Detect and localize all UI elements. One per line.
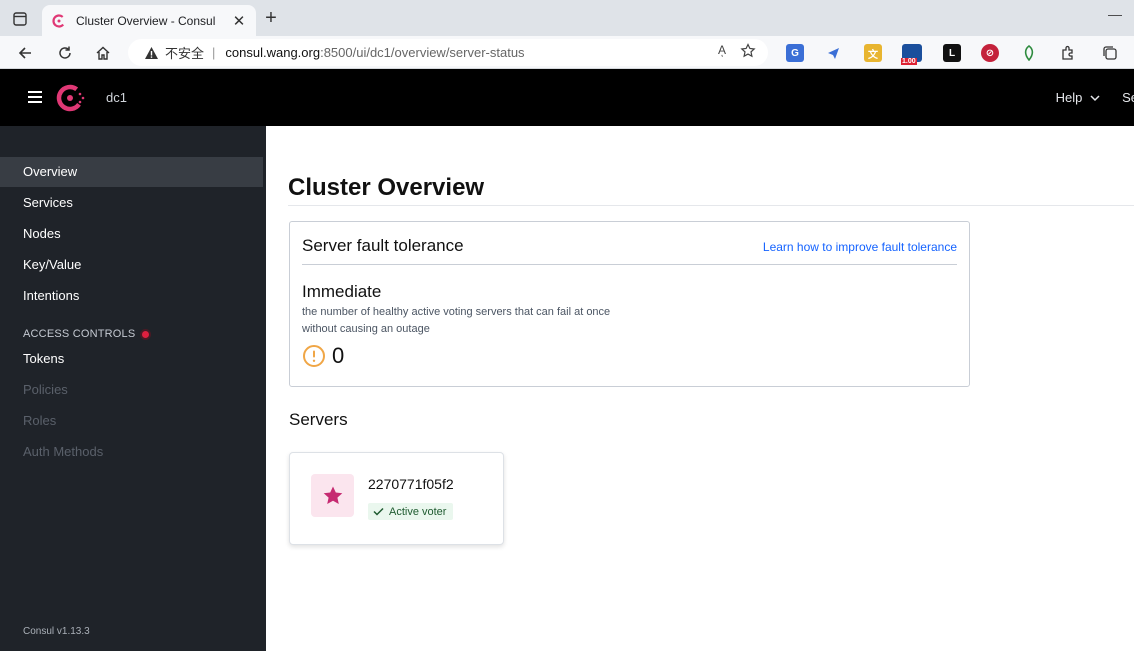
home-icon[interactable] bbox=[92, 42, 114, 64]
improve-fault-tolerance-link[interactable]: Learn how to improve fault tolerance bbox=[763, 240, 957, 254]
access-controls-label: ACCESS CONTROLS bbox=[23, 328, 136, 340]
browser-toolbar: 不安全 | consul.wang.org:8500/ui/dc1/overvi… bbox=[0, 36, 1134, 69]
server-avatar bbox=[311, 474, 354, 517]
servers-heading: Servers bbox=[289, 410, 348, 429]
sidebar-item-intentions[interactable]: Intentions bbox=[0, 281, 266, 311]
collections-icon[interactable] bbox=[1101, 44, 1119, 62]
sidebar-item-auth-methods: Auth Methods bbox=[23, 444, 104, 459]
translate-extension-icon[interactable]: G bbox=[786, 44, 804, 62]
datacenter-selector[interactable]: dc1 bbox=[106, 90, 127, 105]
leader-star-icon bbox=[323, 486, 342, 504]
new-tab-icon[interactable]: + bbox=[262, 8, 280, 29]
leaf-extension-icon[interactable] bbox=[1020, 44, 1038, 62]
consul-favicon-icon bbox=[52, 13, 66, 28]
check-icon bbox=[373, 507, 384, 516]
url-separator: | bbox=[212, 45, 216, 60]
address-bar[interactable]: 不安全 | consul.wang.org:8500/ui/dc1/overvi… bbox=[128, 39, 768, 66]
extensions-puzzle-icon[interactable] bbox=[1059, 44, 1077, 62]
sidebar-nav: Overview Services Nodes Key/Value Intent… bbox=[0, 126, 266, 651]
consul-logo-icon[interactable] bbox=[56, 83, 86, 113]
bird-extension-icon[interactable] bbox=[825, 44, 843, 62]
immediate-value: 0 bbox=[332, 343, 345, 368]
browser-tab[interactable]: Cluster Overview - Consul ✕ bbox=[42, 5, 256, 36]
fault-tolerance-card: Server fault tolerance Learn how to impr… bbox=[289, 221, 970, 387]
minimize-window-icon[interactable]: — bbox=[1108, 6, 1122, 22]
help-label: Help bbox=[1055, 90, 1083, 105]
warning-triangle-icon[interactable] bbox=[144, 46, 159, 60]
sidebar-item-nodes[interactable]: Nodes bbox=[0, 219, 266, 249]
fault-card-divider bbox=[302, 264, 957, 265]
warning-circle-icon bbox=[303, 345, 325, 367]
extension-badge-count: 1.00 bbox=[901, 58, 917, 65]
sidebar-item-key-value[interactable]: Key/Value bbox=[0, 250, 266, 280]
insecure-label[interactable]: 不安全 bbox=[165, 43, 204, 62]
immediate-description: the number of healthy active voting serv… bbox=[302, 306, 611, 335]
immediate-value-row: 0 bbox=[302, 343, 344, 369]
blocker-extension-icon[interactable]: ⊘ bbox=[981, 44, 999, 62]
immediate-title: Immediate bbox=[302, 282, 382, 301]
main-content: Cluster Overview Server fault tolerance … bbox=[266, 126, 1134, 651]
url-path: :8500/ui/dc1/overview/server-status bbox=[320, 45, 525, 60]
refresh-icon[interactable] bbox=[54, 42, 76, 64]
fault-tolerance-title: Server fault tolerance bbox=[302, 236, 464, 255]
close-tab-icon[interactable]: ✕ bbox=[228, 10, 250, 32]
settings-menu[interactable]: Se bbox=[1122, 90, 1134, 105]
sidebar-item-policies: Policies bbox=[23, 382, 68, 397]
sidebar-item-roles: Roles bbox=[23, 413, 57, 428]
tab-actions-icon[interactable] bbox=[10, 9, 30, 29]
acl-status-dot-icon bbox=[142, 330, 150, 338]
help-menu[interactable]: Help bbox=[1056, 90, 1100, 105]
sidebar-item-services[interactable]: Services bbox=[0, 188, 266, 218]
language-extension-icon[interactable]: 文 bbox=[864, 44, 882, 62]
browser-tab-bar: Cluster Overview - Consul ✕ + — bbox=[0, 0, 1134, 36]
sidebar-item-tokens[interactable]: Tokens bbox=[0, 344, 266, 374]
page-title: Cluster Overview bbox=[288, 174, 485, 201]
url-host: consul.wang.org bbox=[225, 45, 321, 60]
chevron-down-icon bbox=[1090, 95, 1100, 102]
access-controls-heading: ACCESS CONTROLS bbox=[23, 328, 150, 340]
favorite-star-icon[interactable] bbox=[740, 43, 756, 59]
title-divider bbox=[288, 205, 1134, 206]
server-status: Active voter bbox=[389, 505, 447, 518]
consul-version: Consul v1.13.3 bbox=[23, 626, 90, 637]
tab-title: Cluster Overview - Consul bbox=[76, 13, 216, 28]
sidebar-item-overview[interactable]: Overview bbox=[0, 157, 263, 187]
badge-extension-icon[interactable]: 1.00 bbox=[901, 44, 922, 65]
app-header: dc1 Help Se bbox=[0, 69, 1134, 126]
read-aloud-icon[interactable]: Aͅ bbox=[718, 43, 726, 59]
l-extension-icon[interactable]: L bbox=[943, 44, 961, 62]
status-badge: Active voter bbox=[368, 503, 454, 520]
back-icon[interactable] bbox=[14, 42, 36, 64]
server-name: 2270771f05f2 bbox=[368, 476, 454, 492]
server-card[interactable]: 2270771f05f2 Active voter bbox=[289, 452, 504, 545]
menu-icon[interactable] bbox=[28, 91, 42, 103]
